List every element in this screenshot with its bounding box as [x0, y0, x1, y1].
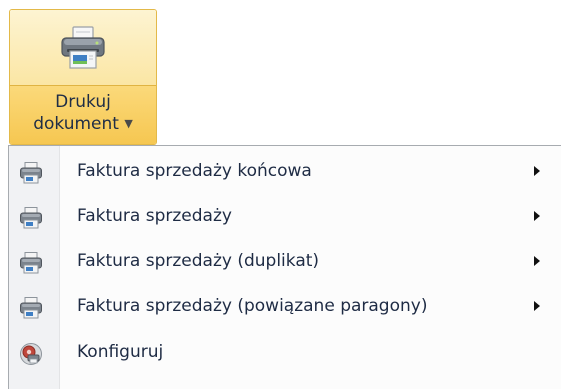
- submenu-arrow-icon: [534, 211, 540, 221]
- menu-item-konfiguruj[interactable]: Konfiguruj: [9, 331, 561, 375]
- menu-item-label: Konfiguruj: [77, 342, 164, 362]
- printer-icon: [20, 207, 42, 229]
- submenu-arrow-icon: [534, 166, 540, 176]
- menu-item-label: Faktura sprzedaży końcowa: [77, 161, 312, 181]
- submenu-arrow-icon: [534, 256, 540, 266]
- print-dropdown-menu: Faktura sprzedaży końcowa Faktura sprzed…: [8, 145, 561, 389]
- printer-icon: [20, 297, 42, 319]
- menu-item-faktura-sprzedazy-powiazane-paragony[interactable]: Faktura sprzedaży (powiązane paragony): [9, 285, 561, 329]
- button-label-text: dokument: [33, 114, 119, 134]
- button-label-line1: Drukuj: [55, 92, 111, 112]
- menu-item-faktura-sprzedazy[interactable]: Faktura sprzedaży: [9, 195, 561, 239]
- menu-item-label: Faktura sprzedaży (duplikat): [77, 251, 320, 271]
- submenu-arrow-icon: [534, 301, 540, 311]
- dropdown-arrow-icon: ▼: [124, 117, 133, 130]
- menu-item-faktura-sprzedazy-koncowa[interactable]: Faktura sprzedaży końcowa: [9, 150, 561, 194]
- menu-item-label: Faktura sprzedaży (powiązane paragony): [77, 296, 428, 316]
- print-document-dropdown-button[interactable]: Drukuj dokument ▼: [10, 85, 156, 144]
- printer-icon: [20, 162, 42, 184]
- print-document-main-button[interactable]: [10, 10, 156, 85]
- print-document-split-button[interactable]: Drukuj dokument ▼: [9, 9, 157, 145]
- print-document-ui: Drukuj dokument ▼ Faktura sprzedaży końc…: [0, 0, 561, 389]
- printer-icon: [61, 25, 105, 69]
- button-label-line2: dokument ▼: [10, 113, 156, 135]
- menu-item-faktura-sprzedazy-duplikat[interactable]: Faktura sprzedaży (duplikat): [9, 240, 561, 284]
- menu-item-label: Faktura sprzedaży: [77, 206, 232, 226]
- configure-printer-icon: [20, 343, 42, 365]
- printer-icon: [20, 252, 42, 274]
